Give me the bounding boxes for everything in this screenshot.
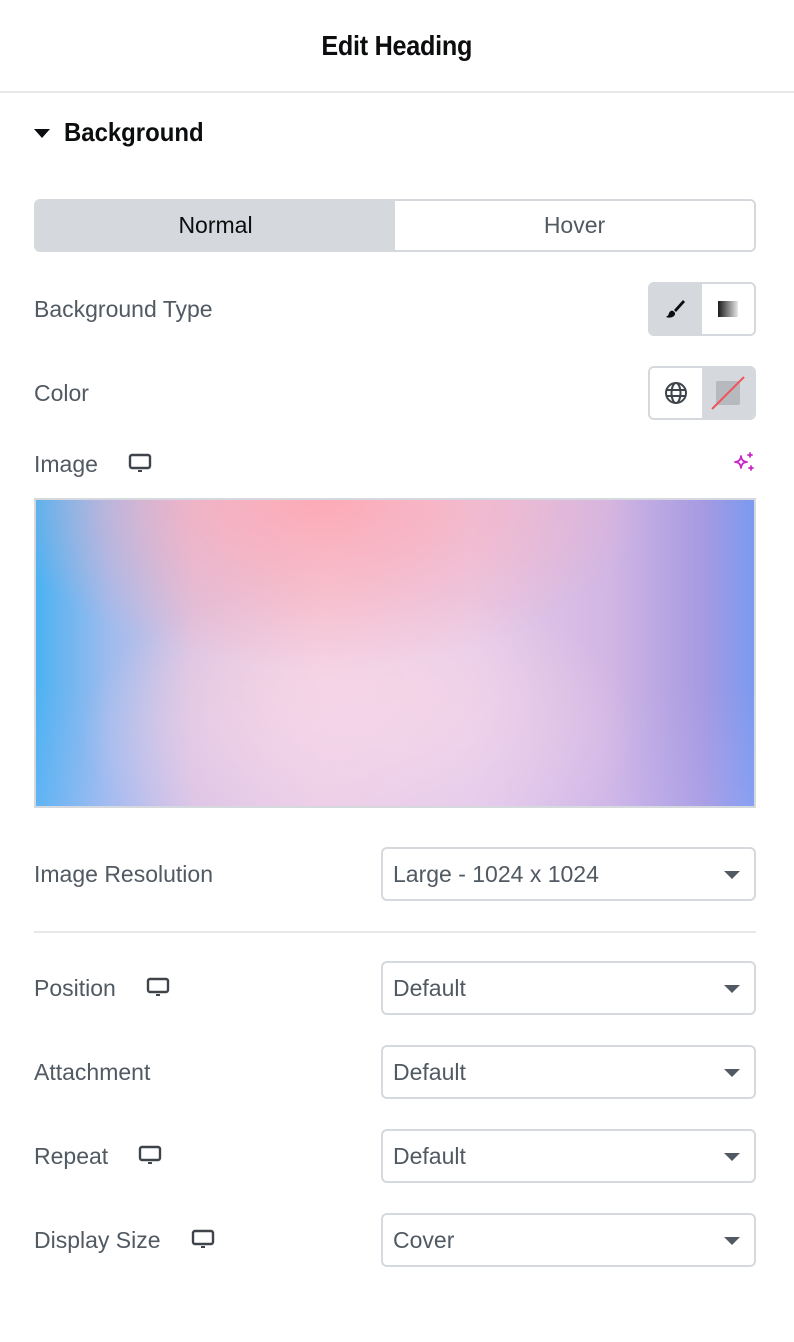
background-type-label-text: Background Type xyxy=(34,295,213,322)
desktop-responsive-icon[interactable] xyxy=(146,977,170,999)
position-label: Position xyxy=(34,970,170,1006)
attachment-select[interactable]: Default xyxy=(381,1045,756,1099)
chevron-down-icon xyxy=(724,1153,740,1161)
attachment-value: Default xyxy=(393,1058,466,1085)
color-label: Color xyxy=(34,375,89,411)
image-resolution-select[interactable]: Large - 1024 x 1024 xyxy=(381,847,756,901)
color-label-text: Color xyxy=(34,379,89,406)
color-swatch-button[interactable] xyxy=(702,368,754,418)
position-label-text: Position xyxy=(34,974,116,1001)
chevron-down-icon xyxy=(724,1237,740,1245)
section-title: Background xyxy=(64,116,204,147)
background-type-classic-button[interactable] xyxy=(650,284,702,334)
desktop-responsive-icon[interactable] xyxy=(128,453,152,475)
position-select[interactable]: Default xyxy=(381,961,756,1015)
globe-icon xyxy=(665,382,687,404)
brush-icon xyxy=(666,300,685,318)
display-size-label-text: Display Size xyxy=(34,1226,161,1253)
chevron-down-icon xyxy=(724,871,740,879)
image-preview[interactable] xyxy=(34,498,756,808)
chevron-down-icon xyxy=(724,1069,740,1077)
desktop-responsive-icon[interactable] xyxy=(191,1229,215,1251)
repeat-label-text: Repeat xyxy=(34,1142,109,1169)
tab-normal[interactable]: Normal xyxy=(36,201,395,250)
background-type-gradient-button[interactable] xyxy=(702,284,754,334)
ai-sparkle-icon[interactable] xyxy=(731,451,757,477)
attachment-label-text: Attachment xyxy=(34,1058,151,1085)
background-type-choose xyxy=(648,282,756,336)
image-resolution-label: Image Resolution xyxy=(34,856,213,892)
display-size-value: Cover xyxy=(393,1226,455,1253)
section-toggle-background[interactable]: Background xyxy=(34,112,216,152)
background-type-label: Background Type xyxy=(34,291,213,327)
attachment-label: Attachment xyxy=(34,1054,150,1090)
repeat-select[interactable]: Default xyxy=(381,1129,756,1183)
gradient-icon xyxy=(718,301,738,317)
display-size-label: Display Size xyxy=(34,1222,215,1258)
repeat-value: Default xyxy=(393,1142,466,1169)
divider xyxy=(34,931,756,933)
panel-title: Edit Heading xyxy=(321,29,473,61)
desktop-responsive-icon[interactable] xyxy=(138,1145,162,1167)
color-control xyxy=(648,366,756,420)
no-color-swatch-icon xyxy=(711,376,745,410)
position-value: Default xyxy=(393,974,466,1001)
image-label: Image xyxy=(34,446,152,482)
image-label-text: Image xyxy=(34,450,98,477)
display-size-select[interactable]: Cover xyxy=(381,1213,756,1267)
chevron-down-icon xyxy=(724,985,740,993)
caret-down-icon xyxy=(34,128,50,138)
panel-header: Edit Heading xyxy=(0,0,794,93)
image-resolution-value: Large - 1024 x 1024 xyxy=(393,860,599,887)
tab-hover[interactable]: Hover xyxy=(395,201,754,250)
image-resolution-label-text: Image Resolution xyxy=(34,860,213,887)
global-colors-button[interactable] xyxy=(650,368,702,418)
repeat-label: Repeat xyxy=(34,1138,162,1174)
state-tabs: Normal Hover xyxy=(34,199,756,252)
